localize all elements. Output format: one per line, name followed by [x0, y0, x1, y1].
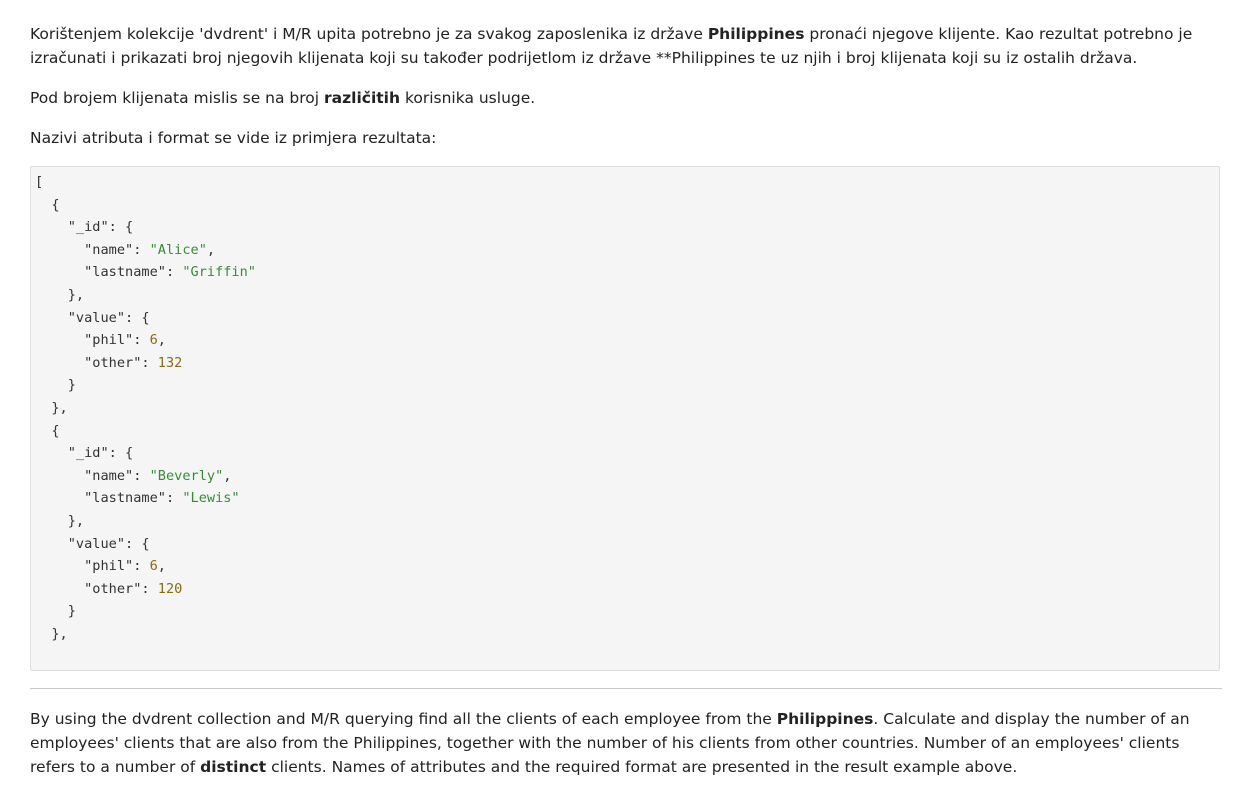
code-key-id: "_id" [67, 219, 109, 236]
intro-en-text-3: clients. Names of attributes and the req… [266, 758, 1018, 776]
code-string-lastname: "Griffin" [182, 264, 256, 281]
code-string-name: "Beverly" [149, 467, 224, 484]
code-number-other: 120 [157, 580, 183, 597]
horizontal-divider [30, 688, 1222, 689]
intro-hr-text-1: Korištenjem kolekcije 'dvdrent' i M/R up… [30, 25, 708, 43]
code-string-name: "Alice" [149, 241, 207, 258]
code-key-phil: "phil" [84, 332, 134, 349]
code-key-phil: "phil" [84, 558, 134, 575]
code-example-json: [ { "_id": { "name": "Alice", "lastname"… [35, 174, 256, 642]
intro-en-text-1: By using the dvdrent collection and M/R … [30, 710, 777, 728]
intro-paragraph-hr: Korištenjem kolekcije 'dvdrent' i M/R up… [30, 22, 1222, 70]
intro-paragraph-en: By using the dvdrent collection and M/R … [30, 707, 1222, 779]
distinct-paragraph-hr: Pod brojem klijenata mislis se na broj r… [30, 86, 1222, 110]
code-key-lastname: "lastname" [84, 264, 166, 281]
code-string-lastname: "Lewis" [182, 490, 240, 507]
task-description: Korištenjem kolekcije 'dvdrent' i M/R up… [30, 22, 1222, 779]
code-key-id: "_id" [67, 445, 109, 462]
intro-en-bold-distinct: distinct [200, 758, 267, 776]
code-number-phil: 6 [149, 332, 158, 349]
code-example-block: [ { "_id": { "name": "Alice", "lastname"… [30, 166, 1220, 671]
code-key-name: "name" [84, 467, 134, 484]
code-key-name: "name" [84, 241, 134, 258]
distinct-hr-text-1: Pod brojem klijenata mislis se na broj [30, 89, 324, 107]
intro-en-bold-country: Philippines [776, 710, 874, 728]
code-number-other: 132 [157, 354, 183, 371]
format-paragraph-hr: Nazivi atributa i format se vide iz prim… [30, 129, 437, 147]
distinct-hr-bold: različitih [324, 89, 401, 107]
code-key-lastname: "lastname" [84, 490, 166, 507]
distinct-hr-text-2: korisnika usluge. [400, 89, 536, 107]
intro-hr-bold-country: Philippines [707, 25, 805, 43]
code-key-value: "value" [67, 535, 126, 552]
code-key-value: "value" [67, 309, 126, 326]
code-key-other: "other" [84, 580, 142, 597]
code-number-phil: 6 [149, 558, 158, 575]
code-key-other: "other" [84, 354, 142, 371]
